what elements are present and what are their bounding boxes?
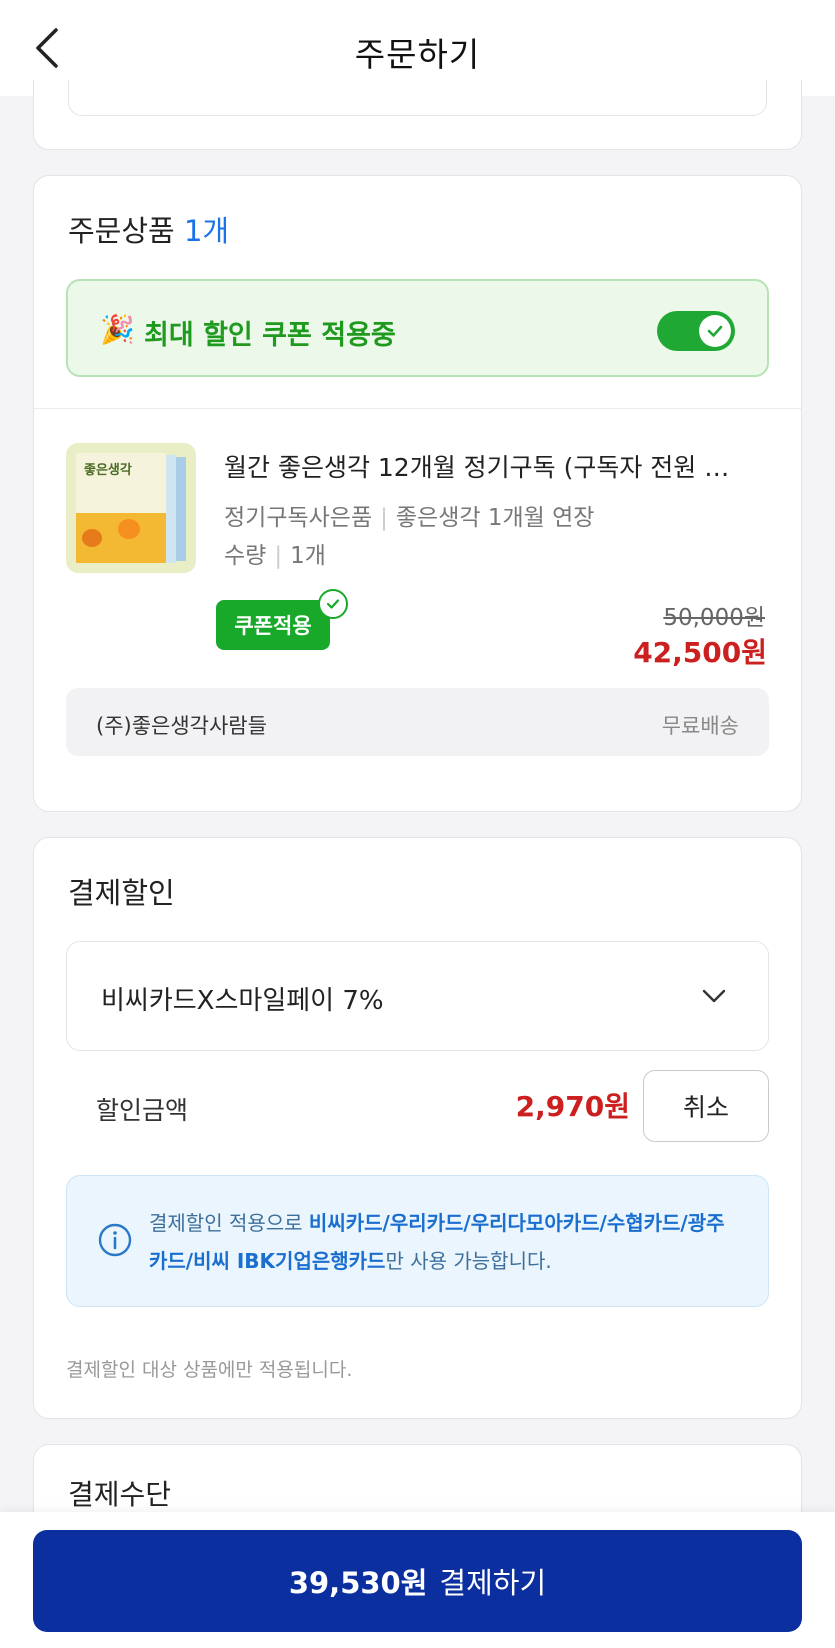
divider: [34, 408, 801, 409]
seller-bar: (주)좋은생각사람들 무료배송: [66, 688, 769, 756]
check-icon: [699, 315, 731, 347]
info-prefix: 결제할인 적용으로: [149, 1211, 309, 1235]
payment-method-title: 결제수단: [68, 1478, 172, 1511]
seller-name: (주)좋은생각사람들: [96, 714, 267, 738]
max-coupon-toggle[interactable]: [657, 311, 735, 351]
gift-value: 좋은생각 1개월 연장: [395, 505, 595, 531]
discount-note: 결제할인 대상 상품에만 적용됩니다.: [66, 1359, 353, 1381]
max-coupon-label: 최대 할인 쿠폰 적용중: [144, 320, 396, 351]
cover-flower: [118, 519, 140, 539]
discount-info-text: 결제할인 적용으로 비씨카드/우리카드/우리다모아카드/수협카드/광주카드/비씨…: [149, 1204, 740, 1280]
cancel-discount-button[interactable]: 취소: [643, 1070, 769, 1142]
product-title[interactable]: 월간 좋은생각 12개월 정기구독 (구독자 전원 선…: [224, 448, 744, 484]
info-icon: [98, 1223, 132, 1257]
order-section-title: 주문상품 1개: [68, 208, 229, 250]
payment-discount-card: 결제할인 비씨카드X스마일페이 7% 할인금액 2,970원 취소 결제할인 적…: [33, 837, 802, 1419]
product-thumbnail[interactable]: 좋은생각: [66, 443, 196, 573]
magazine-stack: [166, 455, 176, 563]
party-popper-icon: 🎉: [100, 313, 135, 346]
bottom-pay-bar: 39,530원 결제하기: [0, 1512, 835, 1648]
chevron-down-icon: [702, 989, 726, 1003]
cover-flower: [82, 529, 102, 547]
payment-discount-title: 결제할인: [68, 876, 175, 910]
discount-info-box: 결제할인 적용으로 비씨카드/우리카드/우리다모아카드/수협카드/광주카드/비씨…: [66, 1175, 769, 1307]
magazine-cover-title: 좋은생각: [84, 463, 132, 478]
order-section-label: 주문상품: [68, 214, 175, 248]
discount-amount-label: 할인금액: [96, 1096, 189, 1125]
order-count: 1개: [183, 214, 230, 248]
info-suffix: 만 사용 가능합니다.: [385, 1249, 552, 1273]
pay-button[interactable]: 39,530원 결제하기: [33, 1530, 802, 1632]
quantity-value: 1개: [290, 543, 326, 569]
page-title: 주문하기: [354, 35, 481, 74]
discount-select-value: 비씨카드X스마일페이 7%: [101, 986, 384, 1016]
check-circle-icon: [318, 589, 348, 619]
product-option-gift: 정기구독사은품 | 좋은생각 1개월 연장: [224, 505, 595, 531]
original-price: 50,000원: [663, 605, 765, 631]
quantity-label: 수량: [224, 543, 267, 569]
discount-amount: 2,970원: [515, 1090, 630, 1123]
pay-action-label: 결제하기: [439, 1566, 547, 1600]
sale-price: 42,500원: [633, 636, 767, 669]
coupon-applied-badge: 쿠폰적용: [216, 600, 330, 650]
pay-amount: 39,530원: [288, 1566, 428, 1600]
shipping-fee: 무료배송: [661, 714, 739, 738]
order-products-card: 주문상품 1개 🎉 최대 할인 쿠폰 적용중 좋은생각 월간 좋은생각 12개월…: [33, 175, 802, 812]
max-coupon-bar: 🎉 최대 할인 쿠폰 적용중: [66, 279, 769, 377]
gift-label: 정기구독사은품: [224, 505, 373, 531]
magazine-stack: [176, 457, 186, 561]
discount-select[interactable]: 비씨카드X스마일페이 7%: [66, 941, 769, 1051]
previous-section-field: [68, 80, 767, 116]
product-quantity: 수량 | 1개: [224, 543, 326, 569]
previous-section-card: [33, 80, 802, 150]
